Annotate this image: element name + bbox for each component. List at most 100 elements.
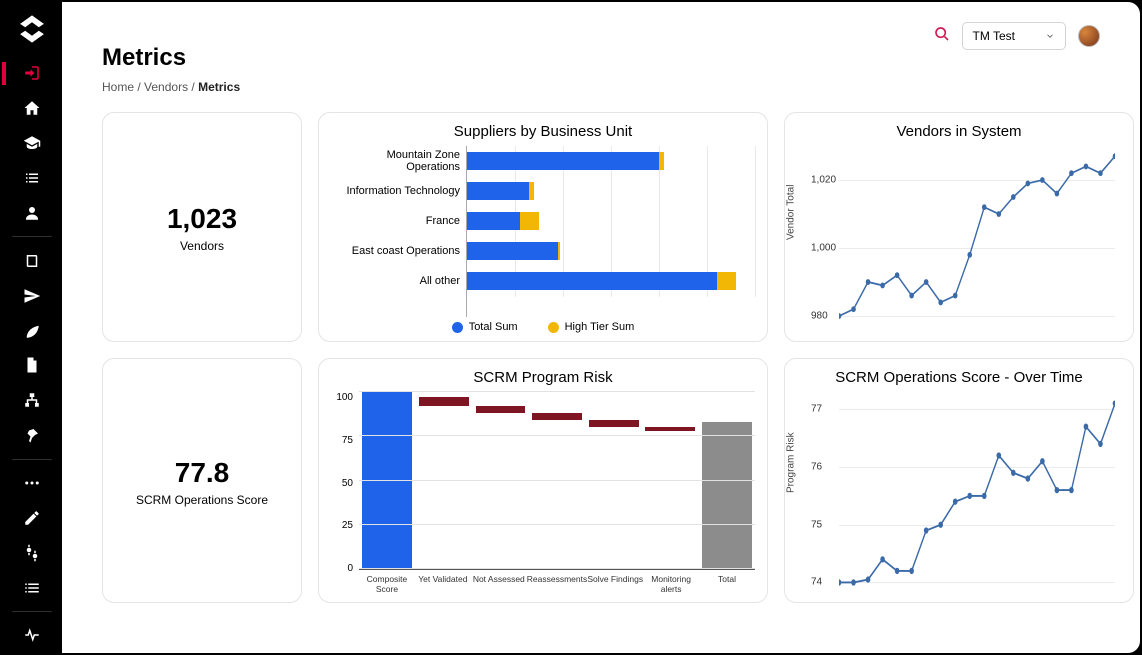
bar-high-tier: [659, 152, 664, 170]
chart-y-labels: Mountain Zone OperationsInformation Tech…: [331, 146, 466, 317]
sidebar: [2, 2, 62, 653]
vendors-count-label: Vendors: [180, 239, 224, 253]
x-label: Composite Score: [359, 574, 415, 594]
category-label: Mountain Zone Operations: [331, 146, 460, 176]
y-tick: 25: [331, 520, 353, 531]
card-suppliers-bu: Suppliers by Business Unit Mountain Zone…: [318, 112, 768, 342]
waterfall-bar: [645, 427, 695, 431]
y-axis-ticks: 100 75 50 25 0: [331, 392, 359, 594]
sidebar-item-account[interactable]: [2, 196, 62, 231]
category-label: France: [331, 206, 460, 236]
breadcrumb: Home / Vendors / Metrics: [102, 80, 1100, 94]
sidebar-item-education[interactable]: [2, 126, 62, 161]
divider: [12, 611, 52, 612]
waterfall-bar: [476, 406, 526, 413]
y-tick: 75: [811, 519, 822, 530]
sidebar-item-numbered-list[interactable]: [2, 570, 62, 605]
chart-title: Suppliers by Business Unit: [331, 123, 755, 140]
sidebar-item-book[interactable]: [2, 243, 62, 278]
card-vendors-count: 1,023 Vendors: [102, 112, 302, 342]
card-scrm-score: 77.8 SCRM Operations Score: [102, 358, 302, 603]
x-axis-labels: Composite ScoreYet ValidatedNot Assessed…: [359, 570, 755, 594]
sidebar-item-sitemap[interactable]: [2, 383, 62, 418]
waterfall-bar: [589, 420, 639, 427]
bar-high-tier: [520, 212, 539, 230]
y-tick: 1,000: [811, 243, 836, 254]
chart-plot: [466, 146, 755, 317]
y-tick: 77: [811, 404, 822, 415]
sidebar-item-file[interactable]: [2, 348, 62, 383]
avatar[interactable]: [1078, 25, 1100, 47]
y-tick: 75: [331, 435, 353, 446]
x-label: Solve Findings: [587, 574, 643, 594]
y-tick: 100: [331, 392, 353, 403]
sidebar-item-pin[interactable]: [2, 418, 62, 453]
chart-legend: Total Sum High Tier Sum: [331, 317, 755, 333]
sidebar-item-settings[interactable]: [2, 535, 62, 570]
logo-icon: [15, 12, 49, 46]
sidebar-item-edit[interactable]: [2, 500, 62, 535]
page-title: Metrics: [102, 44, 1100, 72]
org-selector-dropdown[interactable]: TM Test: [962, 22, 1066, 50]
search-icon[interactable]: [934, 26, 950, 47]
divider: [12, 459, 52, 460]
y-tick: 980: [811, 311, 828, 322]
y-tick: 76: [811, 462, 822, 473]
y-tick: 50: [331, 478, 353, 489]
bar-total: [467, 152, 659, 170]
bar-total: [467, 182, 529, 200]
breadcrumb-current: Metrics: [198, 80, 240, 94]
chart-title: SCRM Operations Score - Over Time: [797, 369, 1121, 386]
sidebar-item-login[interactable]: [2, 56, 62, 91]
x-label: Reassessments: [527, 574, 587, 594]
x-label: Not Assessed: [471, 574, 527, 594]
chart-plot: Vendor Total 9801,0001,020: [797, 146, 1121, 333]
dropdown-label: TM Test: [973, 29, 1015, 43]
card-vendors-system: Vendors in System Vendor Total 980 1,000 1…: [784, 112, 1134, 342]
bar-high-tier: [717, 272, 736, 290]
legend-dot-total: [452, 322, 463, 333]
sidebar-item-leaf[interactable]: [2, 313, 62, 348]
divider: [12, 236, 52, 237]
bar-total: [467, 242, 558, 260]
card-scrm-risk: SCRM Program Risk 100 75 50 25 0 Composite S…: [318, 358, 768, 603]
legend-label-total: Total Sum: [469, 321, 518, 333]
waterfall-bar: [702, 422, 752, 569]
bar-high-tier: [529, 182, 534, 200]
sidebar-item-more[interactable]: [2, 466, 62, 501]
legend-label-high: High Tier Sum: [565, 321, 635, 333]
chart-plot: Program Risk 74757677: [797, 392, 1121, 594]
waterfall-bar: [532, 413, 582, 420]
bar-total: [467, 212, 520, 230]
legend-dot-high: [548, 322, 559, 333]
y-axis-label: Vendor Total: [786, 184, 797, 239]
x-label: Total: [699, 574, 755, 594]
category-label: East coast Operations: [331, 236, 460, 266]
waterfall-bar: [419, 397, 469, 406]
bar-total: [467, 272, 717, 290]
scrm-score-label: SCRM Operations Score: [136, 493, 268, 507]
chevron-down-icon: [1045, 31, 1055, 41]
sidebar-item-health[interactable]: [2, 618, 62, 653]
y-tick: 74: [811, 577, 822, 588]
bar-high-tier: [558, 242, 560, 260]
category-label: Information Technology: [331, 176, 460, 206]
y-tick: 0: [331, 563, 353, 574]
category-label: All other: [331, 266, 460, 296]
chart-title: Vendors in System: [797, 123, 1121, 140]
sidebar-item-home[interactable]: [2, 91, 62, 126]
breadcrumb-vendors[interactable]: Vendors: [144, 80, 188, 94]
x-label: Monitoring alerts: [643, 574, 699, 594]
chart-title: SCRM Program Risk: [331, 369, 755, 386]
y-tick: 1,020: [811, 175, 836, 186]
x-label: Yet Validated: [415, 574, 471, 594]
vendors-count-value: 1,023: [167, 203, 237, 235]
breadcrumb-home[interactable]: Home: [102, 80, 134, 94]
waterfall-bar: [362, 392, 412, 569]
y-axis-label: Program Risk: [786, 432, 797, 493]
sidebar-item-send[interactable]: [2, 278, 62, 313]
card-scrm-time: SCRM Operations Score - Over Time Progra…: [784, 358, 1134, 603]
sidebar-item-list[interactable]: [2, 161, 62, 196]
chart-plot: [359, 392, 755, 570]
scrm-score-value: 77.8: [175, 457, 230, 489]
